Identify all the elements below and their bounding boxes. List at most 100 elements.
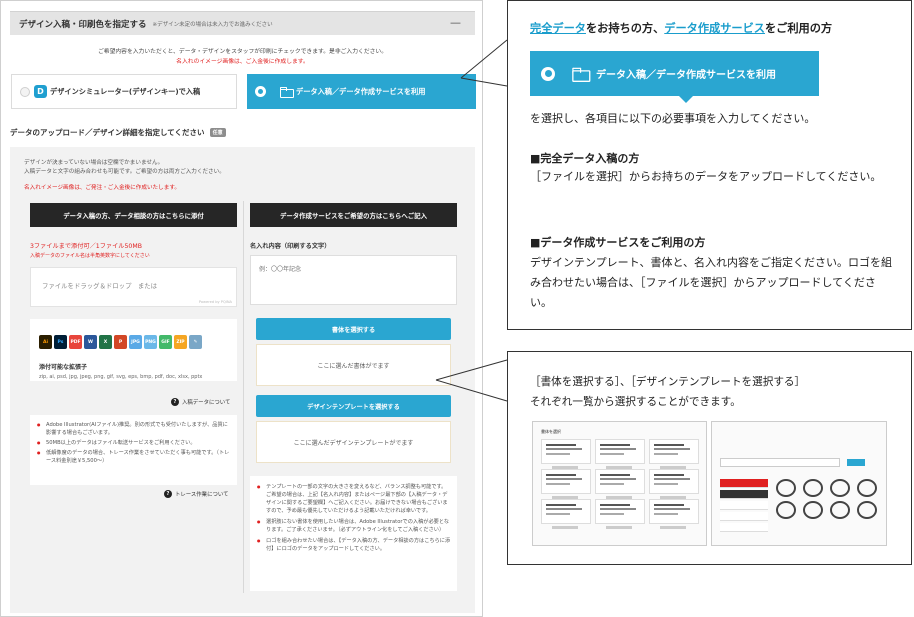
design-key-logo-icon: D [34,85,47,98]
column-divider [243,201,244,593]
template-sample [857,501,877,519]
option-data-upload[interactable]: データ入稿／データ作成サービスを利用 [247,74,476,109]
data-upload-column: データ入稿の方、データ相談の方はこちらに添付 [30,203,237,227]
list-item: 低解像度のデータの場合、トレース作業をさせていただく事も可能です。（トレース料金… [37,449,231,465]
callout1-heading-design-service: ■データ作成サービスをご利用の方 [530,236,706,249]
filetype-x-icon: X [99,335,112,349]
callout1-heading-complete-data: ■完全データ入稿の方 [530,152,640,165]
template-category-sidebar [720,479,768,543]
template-search-field [720,458,840,467]
filetype-w-icon: W [84,335,97,349]
list-item: 50MB以上のデータはファイル転送サービスをご利用ください。 [37,439,231,447]
filetype-png-icon: PNG [144,335,157,349]
intro-warning: 名入れのイメージ画像は、ご入金後に作成します。 [176,59,309,65]
optional-badge: 任意 [209,128,226,137]
data-creation-service-link[interactable]: データ作成サービス [664,22,765,35]
section-header[interactable]: デザイン入稿・印刷色を指定する ※デザイン未定の場合は未入力でお進みください — [10,11,475,35]
select-template-button[interactable]: デザインテンプレートを選択する [256,395,451,417]
callout1-option-button: データ入稿／データ作成サービスを利用 [530,51,819,103]
font-list-grid [541,439,699,529]
callout1-title: 完全データをお持ちの方、データ作成サービスをご利用の方 [530,20,832,36]
section-header-title: デザイン入稿・印刷色を指定する [19,19,147,30]
file-drop-powered-by: Powered by PQINA [198,300,232,304]
font-sample-card [595,439,645,469]
intro-text: ご希望内容を入力いただくと、データ・デザインをスタッフが印刷にチェックできます。… [97,49,388,55]
upload-note-red: 名入れイメージ画像は、ご発注・ご入金後に作成いたします。 [24,185,180,191]
font-sample-card [541,439,591,469]
template-sample [776,479,796,497]
upload-data-help-text: 入稿データについて [182,400,231,406]
callout2-line-2: それぞれ一覧から選択することができます。 [530,396,741,408]
callout1-title-mid: をお持ちの方、 [585,22,665,35]
font-list-thumbnail-title: 書体を選択 [541,429,561,434]
callout1-option-label: データ入稿／データ作成サービスを利用 [596,70,776,81]
font-sample-card [595,469,645,499]
name-content-label: 名入れ内容（印刷する文字） [250,243,331,250]
template-sample [803,479,823,497]
font-sample-card [541,499,591,529]
radio-selected-icon [541,66,555,81]
select-font-button[interactable]: 書体を選択する [256,318,451,340]
template-sample [830,479,850,497]
filetype-✎-icon: ✎ [189,335,202,349]
upload-section-title-text: データのアップロード／デザイン詳細を指定してください [10,128,205,137]
radio-unselected-icon[interactable] [20,86,30,97]
design-service-column-header: データ作成サービスをご希望の方はこちらへご記入 [250,203,457,227]
filetype-box: Ai Ps PDF W X P JPG PNG GIF ZIP ✎ 添付可能な拡張子 zip, ai… [30,319,237,381]
list-item: テンプレートの一部の文字の大きさを変えるなど、バランス調整も可能です。ご希望の場… [257,483,451,515]
option-design-simulator-label: デザインシミュレーター(デザインキー)で入稿 [50,86,201,96]
filetype-icons: Ai Ps PDF W X P JPG PNG GIF ZIP ✎ [39,335,202,349]
template-grid [776,479,881,519]
upload-note-2: 入稿データと文字の組み合わせも可能です。ご希望の方は両方ご入力ください。 [24,169,225,175]
filetype-jpg-icon: JPG [129,335,142,349]
filetype-label: 添付可能な拡張子 [39,364,88,371]
font-list-thumbnail: 書体を選択 [532,421,707,546]
order-form-panel: デザイン入稿・印刷色を指定する ※デザイン未定の場合は未入力でお進みください —… [0,0,483,617]
option-data-upload-label: データ入稿／データ作成サービスを利用 [296,86,426,96]
callout1-instruction: を選択し、各項目に以下の必要事項を入力してください。 [530,112,816,125]
upload-note-1: デザインが決まっていない場合は空欄でかまいません。 [24,160,164,166]
font-sample-card [649,439,699,469]
selected-template-display: ここに選んだデザインテンプレートがでます [256,421,451,463]
filetype-pdf-icon: PDF [69,335,82,349]
upload-section-title: データのアップロード／デザイン詳細を指定してください 任意 [10,127,226,138]
file-drop-zone[interactable]: ファイルをドラッグ＆ドロップ または Powered by PQINA [30,267,237,307]
file-drop-zone-text: ファイルをドラッグ＆ドロップ または [42,282,158,290]
question-icon: ? [164,490,172,498]
list-item: 選択肢にない書体を使用したい場合は、Adobe Illustratorでの入稿が… [257,518,451,534]
template-sample [776,501,796,519]
filetype-zip-icon: ZIP [174,335,187,349]
list-item: Adobe Illustrator(AIファイル)推奨。別の形式でも受付いたしま… [37,421,231,437]
filetype-ai-icon: Ai [39,335,52,349]
option-design-simulator[interactable]: D デザインシミュレーター(デザインキー)で入稿 [11,74,237,109]
page-root: デザイン入稿・印刷色を指定する ※デザイン未定の場合は未入力でお進みください —… [0,0,914,617]
callout-data-upload: 完全データをお持ちの方、データ作成サービスをご利用の方 データ入稿／データ作成サ… [507,0,912,330]
data-upload-column-header: データ入稿の方、データ相談の方はこちらに添付 [30,203,237,227]
collapse-icon[interactable]: — [450,17,461,28]
template-sample [857,479,877,497]
design-service-column: データ作成サービスをご希望の方はこちらへご記入 [250,203,457,227]
callout1-text-design-service: デザインテンプレート、書体と、名入れ内容をご指定ください。ロゴを組み合わせたい場… [530,256,893,309]
filetype-gif-icon: GIF [159,335,172,349]
file-name-rule-text: 入稿データのファイル名は半角英数字にしてください [30,253,150,259]
callout1-text-complete-data: ［ファイルを選択］からお持ちのデータをアップロードしてください。 [530,170,882,183]
font-sample-card [595,499,645,529]
trace-help-link[interactable]: ? トレース作業について [164,490,228,498]
folder-icon [572,67,591,82]
question-icon: ? [171,398,179,406]
callout-select-lists: ［書体を選択する］、［デザインテンプレートを選択する］ それぞれ一覧から選択する… [507,351,912,565]
complete-data-link[interactable]: 完全データ [530,22,586,35]
template-list-thumbnail [711,421,887,546]
template-sample [803,501,823,519]
list-item: ロゴを組み合わせたい場合は、【データ入稿の方、データ相談の方はこちらに添付】にロ… [257,537,451,553]
upload-data-help-link[interactable]: ? 入稿データについて [171,398,230,406]
filetype-list: zip, ai, psd, jpg, jpeg, png, gif, svg, … [39,374,203,380]
font-sample-card [649,499,699,529]
radio-selected-icon[interactable] [255,86,266,97]
trace-help-text: トレース作業について [175,492,229,498]
callout2-line-1: ［書体を選択する］、［デザインテンプレートを選択する］ [530,376,806,388]
name-content-input[interactable] [250,255,457,305]
font-sample-card [649,469,699,499]
filetype-p-icon: P [114,335,127,349]
design-service-notes-list: テンプレートの一部の文字の大きさを変えるなど、バランス調整も可能です。ご希望の場… [250,476,457,591]
